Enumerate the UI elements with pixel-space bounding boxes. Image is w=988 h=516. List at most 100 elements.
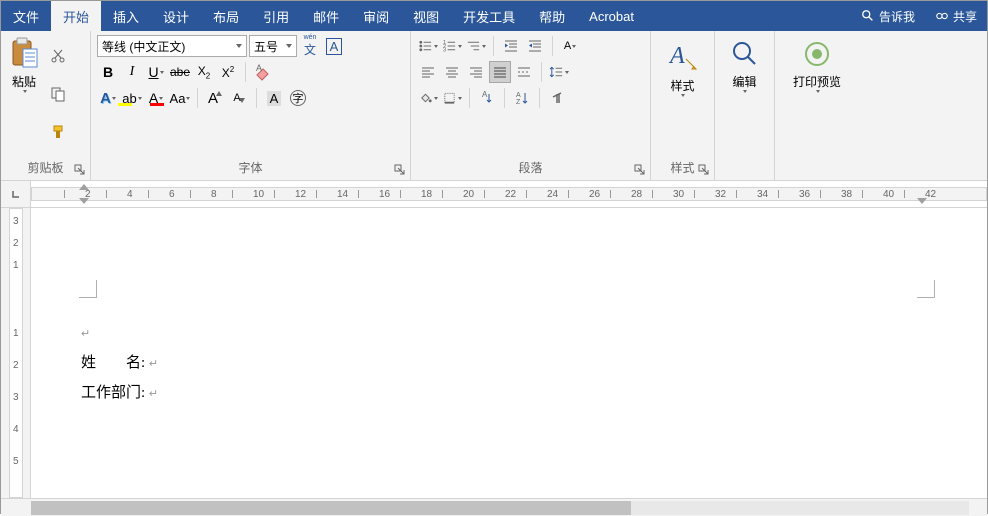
tab-selector[interactable]	[1, 181, 31, 207]
font-color-button[interactable]: A	[145, 87, 167, 109]
tell-me-search[interactable]: 告诉我	[851, 1, 925, 31]
tab-insert[interactable]: 插入	[101, 1, 151, 31]
margin-corner-tr	[917, 280, 935, 298]
styles-button[interactable]: A 样式	[654, 35, 712, 153]
horizontal-scrollbar[interactable]	[1, 498, 987, 516]
underline-button[interactable]: U	[145, 61, 167, 83]
shading-button[interactable]	[417, 87, 439, 109]
numbering-button[interactable]: 123	[441, 35, 463, 57]
svg-text:Z: Z	[516, 99, 521, 106]
tab-acrobat[interactable]: Acrobat	[577, 1, 646, 31]
align-center-button[interactable]	[441, 61, 463, 83]
tab-references[interactable]: 引用	[251, 1, 301, 31]
document-body[interactable]: ↵ 姓 名: ↵ 工作部门: ↵	[81, 318, 158, 408]
align-right-icon	[468, 64, 484, 80]
cut-button[interactable]	[47, 45, 69, 67]
scrollbar-thumb[interactable]	[31, 501, 631, 515]
font-size-combo[interactable]: 五号	[249, 35, 297, 57]
paste-button[interactable]: 粘贴	[9, 37, 39, 93]
borders-button[interactable]	[441, 87, 463, 109]
format-painter-button[interactable]	[47, 121, 69, 143]
shrink-font-button[interactable]: A	[228, 87, 250, 109]
vertical-ruler[interactable]: 32112345	[1, 208, 31, 498]
bullets-button[interactable]	[417, 35, 439, 57]
ruler-area: 24681012141618202224262830323436384042	[1, 181, 987, 208]
page-viewport[interactable]: ↵ 姓 名: ↵ 工作部门: ↵	[31, 208, 987, 498]
tab-help[interactable]: 帮助	[527, 1, 577, 31]
chevron-down-icon	[458, 97, 462, 100]
dialog-launcher-icon[interactable]	[74, 164, 86, 176]
grow-font-button[interactable]: A	[204, 87, 226, 109]
show-hide-button[interactable]	[546, 87, 568, 109]
decrease-indent-button[interactable]	[500, 35, 522, 57]
bold-button[interactable]: B	[97, 61, 119, 83]
superscript-button[interactable]: X2	[217, 61, 239, 83]
tab-design[interactable]: 设计	[151, 1, 201, 31]
print-preview-icon	[802, 39, 832, 69]
chevron-down-icon	[743, 90, 747, 93]
text-effects-button[interactable]: A	[97, 87, 119, 109]
svg-text:A: A	[256, 63, 262, 73]
char-border-button[interactable]: A	[323, 35, 345, 57]
tab-layout[interactable]: 布局	[201, 1, 251, 31]
tab-home[interactable]: 开始	[51, 1, 101, 31]
tab-mailings[interactable]: 邮件	[301, 1, 351, 31]
ribbon: 粘贴 剪贴板	[1, 31, 987, 181]
eraser-icon: A	[254, 63, 272, 81]
chevron-down-icon	[572, 45, 576, 48]
horizontal-ruler[interactable]: 24681012141618202224262830323436384042	[31, 181, 987, 207]
line-spacing-button[interactable]	[548, 61, 570, 83]
group-editing: 编辑	[715, 31, 775, 180]
copy-button[interactable]	[47, 83, 69, 105]
copy-icon	[50, 86, 66, 102]
italic-button[interactable]: I	[121, 61, 143, 83]
phonetic-guide-button[interactable]: wén 文	[299, 35, 321, 57]
styles-label: 样式	[670, 77, 694, 94]
paint-bucket-icon	[418, 90, 433, 106]
editing-button[interactable]: 编辑	[718, 35, 772, 156]
align-right-button[interactable]	[465, 61, 487, 83]
enclose-char-button[interactable]: 字	[287, 87, 309, 109]
multilevel-list-button[interactable]	[465, 35, 487, 57]
chevron-down-icon	[236, 44, 242, 48]
font-name-combo[interactable]: 等线 (中文正文)	[97, 35, 247, 57]
align-justify-button[interactable]	[489, 61, 511, 83]
increase-indent-button[interactable]	[524, 35, 546, 57]
chevron-down-icon	[286, 44, 292, 48]
borders-icon	[442, 90, 457, 106]
chevron-down-icon	[565, 71, 569, 74]
brush-icon	[50, 124, 66, 140]
dialog-launcher-icon[interactable]	[394, 164, 406, 176]
scissors-icon	[50, 48, 66, 64]
first-line-indent-marker[interactable]	[79, 184, 89, 190]
print-preview-button[interactable]: 打印预览	[781, 35, 853, 156]
snap-to-grid-button[interactable]: A	[476, 87, 498, 109]
font-size-value: 五号	[254, 38, 278, 55]
ribbon-tabs: 文件 开始 插入 设计 布局 引用 邮件 审阅 视图 开发工具 帮助 Acrob…	[1, 1, 987, 31]
up-arrow-icon	[216, 91, 222, 97]
svg-text:A: A	[668, 43, 685, 69]
subscript-button[interactable]: X2	[193, 61, 215, 83]
dialog-launcher-icon[interactable]	[698, 164, 710, 176]
strikethrough-button[interactable]: abe	[169, 61, 191, 83]
tab-view[interactable]: 视图	[401, 1, 451, 31]
asian-layout-button[interactable]: A	[559, 35, 581, 57]
group-label-clipboard: 剪贴板	[1, 157, 90, 180]
tab-file[interactable]: 文件	[1, 1, 51, 31]
highlight-button[interactable]: ab	[121, 87, 143, 109]
svg-text:A: A	[482, 90, 488, 99]
numbering-icon: 123	[442, 38, 457, 54]
tab-review[interactable]: 审阅	[351, 1, 401, 31]
group-clipboard: 粘贴 剪贴板	[1, 31, 91, 180]
hanging-indent-marker[interactable]	[79, 198, 89, 204]
distribute-button[interactable]	[513, 61, 535, 83]
align-left-button[interactable]	[417, 61, 439, 83]
change-case-button[interactable]: Aa	[169, 87, 191, 109]
tab-developer[interactable]: 开发工具	[451, 1, 527, 31]
sort-button[interactable]: AZ	[511, 87, 533, 109]
clear-formatting-button[interactable]: A	[252, 61, 274, 83]
right-indent-marker[interactable]	[917, 198, 927, 204]
dialog-launcher-icon[interactable]	[634, 164, 646, 176]
char-shading-button[interactable]: A	[263, 87, 285, 109]
share-button[interactable]: 共享	[925, 1, 987, 31]
